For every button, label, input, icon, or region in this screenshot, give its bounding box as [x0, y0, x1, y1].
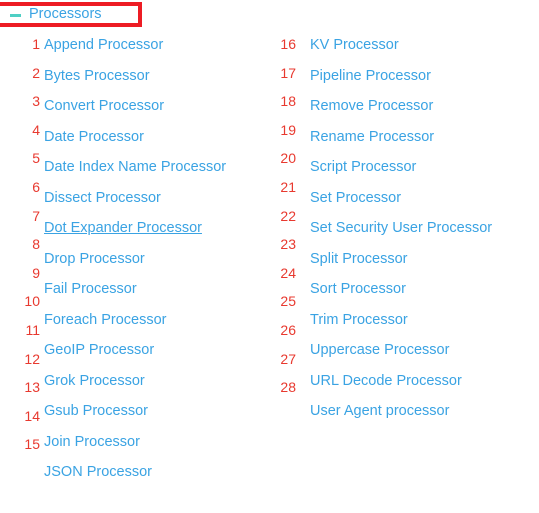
processor-link[interactable]: Append Processor [44, 37, 163, 53]
list-numbers-left: 1 2 3 4 5 6 7 8 9 10 11 12 13 14 15 [0, 30, 40, 459]
processor-link[interactable]: Split Processor [310, 251, 408, 267]
list-item-number: 12 [24, 350, 40, 367]
list-item: Date Processor [44, 122, 226, 153]
list-item: Convert Processor [44, 91, 226, 122]
processor-link[interactable]: Trim Processor [310, 312, 408, 328]
list-item-number: 15 [24, 436, 40, 453]
processor-link[interactable]: Grok Processor [44, 373, 145, 389]
processor-link[interactable]: Convert Processor [44, 98, 164, 114]
list-item-number: 10 [24, 293, 40, 310]
list-item-number: 2 [32, 64, 40, 81]
processor-link[interactable]: Script Processor [310, 159, 416, 175]
list-item-number: 19 [280, 121, 296, 138]
list-item: Fail Processor [44, 274, 226, 305]
processor-link[interactable]: Drop Processor [44, 251, 145, 267]
list-item: Foreach Processor [44, 305, 226, 336]
list-item-number: 14 [24, 407, 40, 424]
list-item: Dissect Processor [44, 183, 226, 214]
list-item-number: 9 [32, 264, 40, 281]
list-item: URL Decode Processor [310, 366, 492, 397]
list-item: Rename Processor [310, 122, 492, 153]
list-item: Split Processor [310, 244, 492, 275]
list-item: Drop Processor [44, 244, 226, 275]
list-item-number: 1 [32, 36, 40, 52]
processor-link[interactable]: URL Decode Processor [310, 373, 462, 389]
list-item: JSON Processor [44, 457, 226, 488]
list-item: Pipeline Processor [310, 61, 492, 92]
list-item-number: 13 [24, 379, 40, 396]
processor-link[interactable]: GeoIP Processor [44, 342, 154, 358]
list-item-number: 6 [32, 178, 40, 195]
list-item-number: 3 [32, 93, 40, 110]
list-item: Set Security User Processor [310, 213, 492, 244]
processor-link[interactable]: User Agent processor [310, 403, 449, 419]
processor-link[interactable]: Set Security User Processor [310, 220, 492, 236]
list-item: Date Index Name Processor [44, 152, 226, 183]
processor-link[interactable]: Pipeline Processor [310, 68, 431, 84]
processor-link[interactable]: Gsub Processor [44, 403, 148, 419]
processor-list: 1 2 3 4 5 6 7 8 9 10 11 12 13 14 15 Append Processor By… [0, 30, 539, 513]
list-item-number: 7 [32, 207, 40, 224]
list-links-left: Append Processor Bytes Processor Convert P… [44, 30, 226, 488]
list-item: Grok Processor [44, 366, 226, 397]
list-item-number: 23 [280, 236, 296, 253]
processors-section-header[interactable]: Processors [0, 2, 142, 27]
list-item: Set Processor [310, 183, 492, 214]
list-item-number: 22 [280, 207, 296, 224]
list-item: GeoIP Processor [44, 335, 226, 366]
list-item: Append Processor [44, 30, 226, 61]
minus-icon[interactable] [10, 9, 21, 20]
list-item-number: 4 [32, 121, 40, 138]
processor-link[interactable]: Set Processor [310, 190, 401, 206]
processor-link[interactable]: JSON Processor [44, 464, 152, 480]
processor-link[interactable]: Fail Processor [44, 281, 137, 297]
processor-link[interactable]: Sort Processor [310, 281, 406, 297]
processor-link[interactable]: Foreach Processor [44, 312, 167, 328]
list-item-number: 17 [280, 64, 296, 81]
list-item: Sort Processor [310, 274, 492, 305]
processor-link[interactable]: Date Processor [44, 129, 144, 145]
list-item-number: 5 [32, 150, 40, 167]
list-item-number: 8 [32, 236, 40, 253]
list-item-number: 20 [280, 150, 296, 167]
list-item: Gsub Processor [44, 396, 226, 427]
processor-link[interactable]: Bytes Processor [44, 68, 150, 84]
list-item-number: 16 [280, 36, 296, 52]
list-item-number: 27 [280, 350, 296, 367]
list-item: Script Processor [310, 152, 492, 183]
processor-link[interactable]: KV Processor [310, 37, 399, 53]
list-item: User Agent processor [310, 396, 492, 427]
list-item: Dot Expander Processor [44, 213, 226, 244]
list-item-number: 28 [280, 379, 296, 396]
list-item: KV Processor [310, 30, 492, 61]
list-item-number: 26 [280, 321, 296, 338]
list-item: Trim Processor [310, 305, 492, 336]
processor-link[interactable]: Rename Processor [310, 129, 434, 145]
section-title[interactable]: Processors [29, 7, 102, 22]
list-item: Uppercase Processor [310, 335, 492, 366]
processor-link[interactable]: Dot Expander Processor [44, 220, 202, 236]
processor-link[interactable]: Dissect Processor [44, 190, 161, 206]
processor-link[interactable]: Date Index Name Processor [44, 159, 226, 175]
list-item-number: 24 [280, 264, 296, 281]
list-item-number: 18 [280, 93, 296, 110]
list-item-number: 21 [280, 178, 296, 195]
list-item: Join Processor [44, 427, 226, 458]
list-item: Bytes Processor [44, 61, 226, 92]
list-links-right: KV Processor Pipeline Processor Remove Pro… [310, 30, 492, 427]
processor-link[interactable]: Join Processor [44, 434, 140, 450]
processor-link[interactable]: Uppercase Processor [310, 342, 449, 358]
processor-link[interactable]: Remove Processor [310, 98, 433, 114]
list-numbers-right: 16 17 18 19 20 21 22 23 24 25 26 27 28 [256, 30, 296, 402]
list-item-number: 25 [280, 293, 296, 310]
list-item: Remove Processor [310, 91, 492, 122]
list-item-number: 11 [25, 321, 40, 338]
